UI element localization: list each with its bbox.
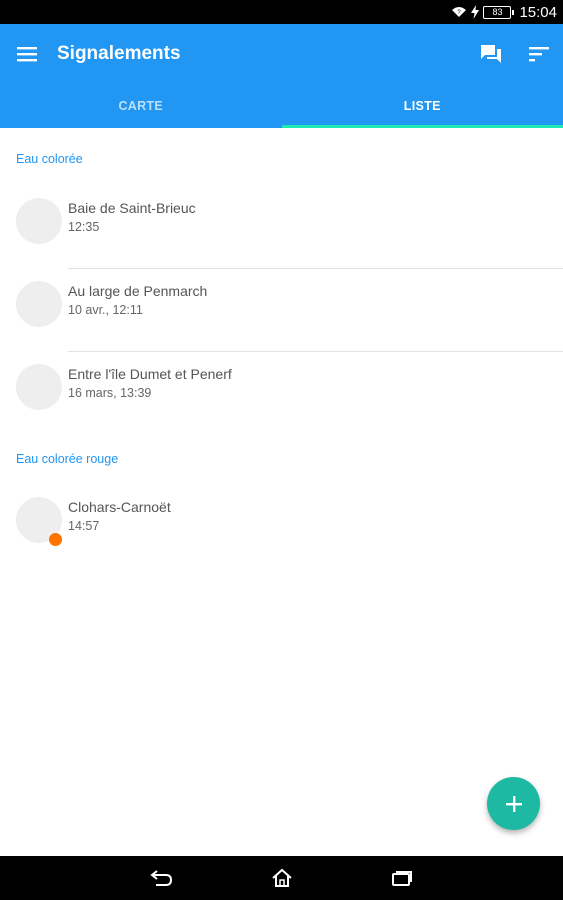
- wifi-icon: ?: [451, 5, 467, 19]
- list-item[interactable]: Clohars-Carnoët 14:57: [0, 485, 563, 568]
- tab-carte[interactable]: CARTE: [0, 84, 282, 128]
- section-header: Eau colorée: [16, 152, 83, 166]
- list-item[interactable]: Entre l'île Dumet et Penerf 16 mars, 13:…: [0, 352, 563, 435]
- section-header: Eau colorée rouge: [16, 452, 119, 466]
- back-button[interactable]: [102, 856, 222, 900]
- back-icon: [149, 870, 172, 886]
- chat-icon: [481, 45, 501, 63]
- sort-button[interactable]: [515, 30, 563, 78]
- recents-button[interactable]: [342, 856, 462, 900]
- report-thumbnail-placeholder: [16, 364, 62, 410]
- charging-icon: [471, 5, 480, 19]
- item-title: Clohars-Carnoët: [68, 499, 171, 515]
- status-dot: [49, 533, 62, 546]
- chat-button[interactable]: [467, 30, 515, 78]
- system-nav-bar: [0, 856, 563, 900]
- menu-button[interactable]: [3, 30, 51, 78]
- home-icon: [271, 868, 292, 887]
- item-time: 12:35: [68, 220, 100, 234]
- add-icon: [505, 795, 522, 812]
- item-title: Entre l'île Dumet et Penerf: [68, 366, 232, 382]
- app-bar: Signalements CARTE LISTE: [0, 24, 563, 128]
- status-time: 15:04: [519, 3, 557, 21]
- status-bar: ? 83 15:04: [0, 0, 563, 24]
- add-report-button[interactable]: [487, 777, 540, 830]
- battery-level: 83: [492, 7, 503, 17]
- item-title: Baie de Saint-Brieuc: [68, 200, 196, 216]
- item-time: 16 mars, 13:39: [68, 386, 152, 400]
- item-time: 14:57: [68, 519, 100, 533]
- app-title: Signalements: [57, 43, 181, 64]
- screen: ? 83 15:04 Signalements CARTE LISTE Eau …: [0, 0, 563, 900]
- tab-bar: CARTE LISTE: [0, 84, 563, 128]
- report-list: Eau colorée Baie de Saint-Brieuc 12:35 A…: [0, 128, 563, 568]
- toolbar-actions: [467, 30, 563, 78]
- menu-icon: [17, 47, 37, 62]
- battery-indicator: 83: [483, 5, 515, 19]
- toolbar: Signalements: [0, 24, 563, 84]
- recents-icon: [391, 871, 412, 886]
- sort-icon: [529, 47, 549, 62]
- report-thumbnail: [16, 281, 62, 327]
- list-item[interactable]: Baie de Saint-Brieuc 12:35: [0, 186, 563, 269]
- report-thumbnail: [16, 198, 62, 244]
- item-time: 10 avr., 12:11: [68, 303, 143, 317]
- list-item[interactable]: Au large de Penmarch 10 avr., 12:11: [0, 269, 563, 352]
- item-title: Au large de Penmarch: [68, 283, 208, 299]
- tab-liste[interactable]: LISTE: [281, 84, 563, 128]
- home-button[interactable]: [222, 856, 342, 900]
